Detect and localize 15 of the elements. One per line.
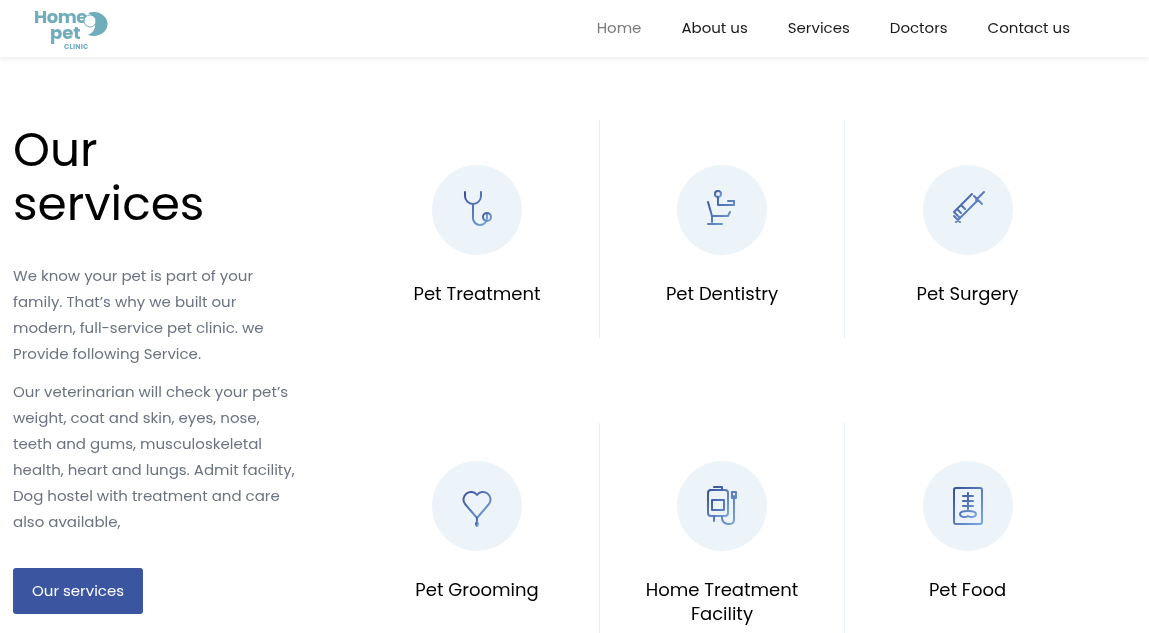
service-title: Pet Treatment xyxy=(412,282,542,306)
description-paragraph: Our veterinarian will check your pet’s weight, coat and skin, eyes, nose, teeth and gums, musculoskeletal health, heart and lungs. Admit facility, Dog hostel with treatment and care also available, xyxy=(13,380,296,534)
nav-link[interactable]: Services xyxy=(787,17,850,40)
nav-link[interactable]: Doctors xyxy=(889,17,948,40)
service-title: Pet Food xyxy=(927,578,1008,602)
service-title: Pet Dentistry xyxy=(664,282,780,306)
nav-link[interactable]: Home xyxy=(596,17,642,40)
services-button[interactable]: Our services xyxy=(13,568,144,614)
nav-link[interactable]: About us xyxy=(681,17,748,40)
description-paragraph: We know your pet is part of your family. That’s why we built our modern, full-service pet clinic. we Provide following Service. xyxy=(13,264,265,366)
section-title: Our services xyxy=(13,123,206,231)
service-title: Home Treatment Facility xyxy=(644,578,800,626)
nav-link[interactable]: Contact us xyxy=(987,17,1070,40)
service-title: Pet Grooming xyxy=(414,578,540,602)
service-title: Pet Surgery xyxy=(915,282,1020,306)
